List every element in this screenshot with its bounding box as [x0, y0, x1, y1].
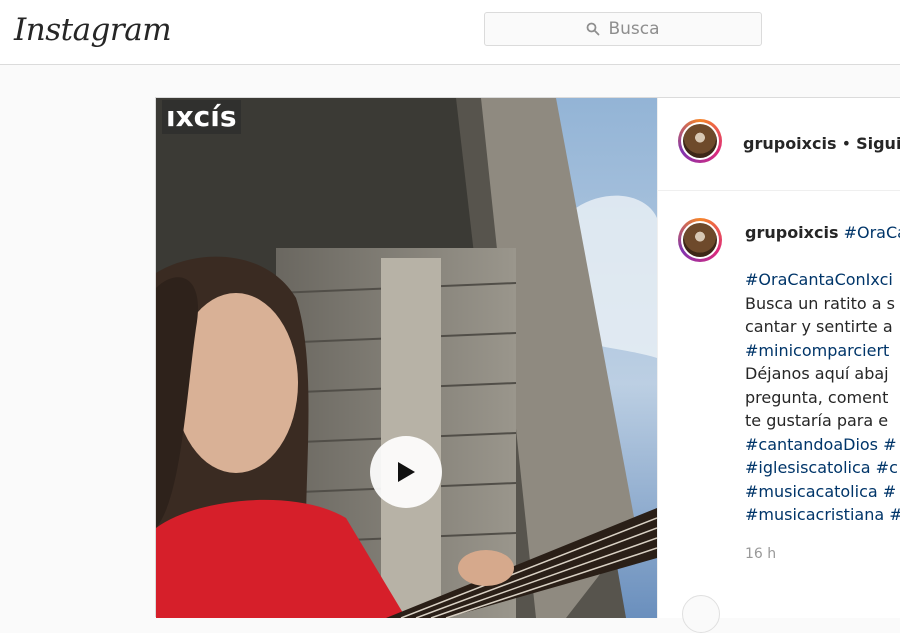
post-timestamp[interactable]: 16 h	[745, 543, 900, 567]
top-navigation-bar: Instagram Busca	[0, 0, 900, 65]
search-placeholder: Busca	[608, 19, 660, 39]
hand	[458, 550, 514, 586]
post-header: grupoixcis • Siguie	[658, 98, 900, 191]
caption-line: pregunta, coment	[745, 387, 889, 407]
caption-line[interactable]: #minicomparciert	[745, 339, 900, 363]
search-icon	[587, 22, 600, 36]
caption-line: Déjanos aquí abaj	[745, 364, 889, 383]
comment-avatar-partial	[682, 595, 720, 633]
instagram-logo[interactable]: Instagram	[14, 10, 172, 50]
caption-line: Busca un ratito a s	[745, 293, 895, 313]
channel-watermark: ıxcís	[162, 100, 241, 134]
post-video[interactable]: ıxcís	[156, 98, 657, 618]
avatar-image	[683, 124, 717, 158]
post-details-panel: grupoixcis • Siguie grupoixcis #OraCa #O…	[657, 98, 900, 633]
author-username[interactable]: grupoixcis	[743, 134, 836, 153]
search-input[interactable]: Busca	[484, 12, 762, 46]
caption-line: cantar y sentirte a	[745, 317, 893, 336]
caption-line[interactable]: #iglesiscatolica #c	[745, 456, 900, 480]
dot-separator: •	[836, 134, 857, 153]
follow-button[interactable]: Siguie	[856, 134, 900, 153]
caption-username[interactable]: grupoixcis	[745, 223, 838, 242]
author-avatar[interactable]	[678, 119, 722, 163]
play-button[interactable]	[370, 436, 442, 508]
avatar-image	[683, 223, 717, 257]
caption-line[interactable]: #musicacristiana #	[745, 503, 900, 527]
caption-line: te gustaría para e	[745, 411, 889, 430]
post-card: ıxcís grupoixcis • Siguie grupoixcis #Or…	[155, 97, 900, 633]
caption-line[interactable]: #cantandoaDios #	[745, 433, 900, 457]
play-icon	[398, 462, 415, 482]
caption-line[interactable]: #OraCantaConIxci	[745, 268, 900, 292]
caption-first-hashtag[interactable]: #OraCa	[844, 223, 900, 242]
caption-avatar[interactable]	[678, 218, 722, 262]
post-caption: #OraCantaConIxci Busca un ratito a s can…	[745, 268, 900, 566]
video-frame	[156, 98, 657, 618]
caption-line[interactable]: #musicacatolica #	[745, 480, 900, 504]
